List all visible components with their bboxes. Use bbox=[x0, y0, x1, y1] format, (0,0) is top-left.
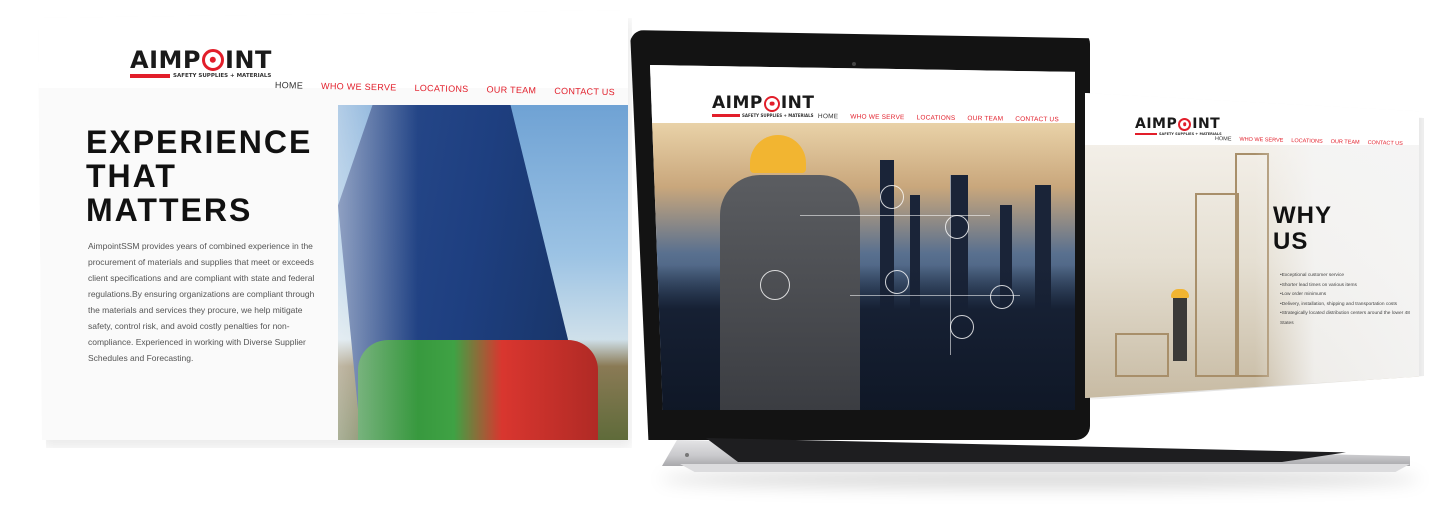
headline-line-2: THAT bbox=[86, 158, 177, 194]
logo-tagline: SAFETY SUPPLIES + MATERIALS bbox=[1159, 132, 1222, 136]
scaffold-frame bbox=[1195, 193, 1239, 377]
gear-icon bbox=[880, 185, 904, 209]
list-item: Exceptional customer service bbox=[1280, 271, 1419, 281]
nav-our-team[interactable]: OUR TEAM bbox=[486, 84, 536, 95]
logo-underline bbox=[130, 74, 170, 78]
why-us-list: Exceptional customer service Shorter lea… bbox=[1280, 271, 1419, 328]
target-icon bbox=[763, 95, 780, 112]
title-line-1: WHY bbox=[1273, 202, 1332, 229]
logo-text-end: INT bbox=[780, 93, 815, 113]
nav-who-we-serve[interactable]: WHO WE SERVE bbox=[321, 81, 397, 93]
target-icon bbox=[201, 49, 224, 71]
aimpoint-logo[interactable]: AIMP INT SAFETY SUPPLIES + MATERIALS bbox=[712, 95, 815, 118]
headline-line-3: MATTERS bbox=[86, 192, 253, 228]
nav-home[interactable]: HOME bbox=[818, 113, 838, 120]
why-us-title: WHY US bbox=[1273, 203, 1332, 255]
list-item: Shorter lead times on various items bbox=[1280, 281, 1419, 291]
nav-contact-us[interactable]: CONTACT US bbox=[554, 86, 615, 97]
title-line-2: US bbox=[1273, 228, 1309, 255]
nav-contact-us[interactable]: CONTACT US bbox=[1368, 140, 1403, 147]
logo-text-end: INT bbox=[1192, 116, 1221, 132]
hero-body-text: AimpointSSM provides years of combined e… bbox=[88, 241, 315, 363]
headline-line-1: EXPERIENCE bbox=[86, 124, 313, 160]
refinery-skyline bbox=[650, 265, 1075, 410]
cloud-icon bbox=[885, 270, 909, 294]
list-item: Delivery, installation, shipping and tra… bbox=[1280, 300, 1419, 310]
logo-tagline: SAFETY SUPPLIES + MATERIALS bbox=[742, 113, 814, 118]
site-header bbox=[38, 10, 628, 88]
nav-contact-us[interactable]: CONTACT US bbox=[1015, 116, 1059, 124]
aimpoint-logo[interactable]: AIMP INT SAFETY SUPPLIES + MATERIALS bbox=[130, 48, 272, 79]
indicator-light-icon bbox=[685, 453, 689, 457]
right-webpage-mockup: AIMP INT SAFETY SUPPLIES + MATERIALS HOM… bbox=[1085, 93, 1419, 398]
nav-who-we-serve[interactable]: WHO WE SERVE bbox=[850, 113, 904, 121]
person-icon bbox=[760, 270, 790, 300]
laptop-shadow bbox=[660, 470, 1420, 488]
gear-icon bbox=[950, 315, 974, 339]
laptop-lip bbox=[680, 464, 1410, 472]
nav-our-team[interactable]: OUR TEAM bbox=[967, 115, 1003, 122]
target-icon bbox=[1178, 117, 1192, 131]
water-drop-icon bbox=[945, 215, 969, 239]
nav-locations[interactable]: LOCATIONS bbox=[1291, 138, 1323, 145]
worker-silhouette bbox=[720, 175, 860, 410]
user-icon bbox=[990, 285, 1014, 309]
logo-underline bbox=[712, 114, 740, 117]
logo-text-start: AIMP bbox=[130, 46, 201, 74]
logo-text-end: INT bbox=[224, 46, 272, 74]
worker-figure bbox=[1173, 293, 1187, 361]
nav-home[interactable]: HOME bbox=[1215, 136, 1232, 142]
scaffold-frame bbox=[1115, 333, 1169, 377]
laptop-webpage-mockup: AIMP INT SAFETY SUPPLIES + MATERIALS HOM… bbox=[650, 65, 1075, 410]
hero-headline: EXPERIENCE THAT MATTERS bbox=[86, 125, 312, 227]
hard-hat bbox=[1171, 289, 1189, 298]
logo-text-start: AIMP bbox=[1135, 116, 1178, 132]
logo-tagline: SAFETY SUPPLIES + MATERIALS bbox=[173, 73, 272, 79]
list-item: Strategically located distribution cente… bbox=[1280, 309, 1419, 328]
nav-locations[interactable]: LOCATIONS bbox=[917, 114, 956, 122]
nav-home[interactable]: HOME bbox=[275, 80, 303, 91]
aimpoint-logo[interactable]: AIMP INT SAFETY SUPPLIES + MATERIALS bbox=[1135, 117, 1222, 136]
nav-locations[interactable]: LOCATIONS bbox=[414, 83, 468, 94]
webcam-icon bbox=[852, 62, 856, 66]
list-item: Low order minimums bbox=[1280, 290, 1419, 300]
logo-underline bbox=[1135, 133, 1157, 135]
left-webpage-mockup: AIMP INT SAFETY SUPPLIES + MATERIALS HOM… bbox=[38, 10, 628, 440]
nav-who-we-serve[interactable]: WHO WE SERVE bbox=[1239, 137, 1283, 144]
logo-text-start: AIMP bbox=[712, 93, 763, 113]
laptop-keyboard bbox=[706, 438, 1346, 462]
nav-our-team[interactable]: OUR TEAM bbox=[1331, 139, 1360, 146]
